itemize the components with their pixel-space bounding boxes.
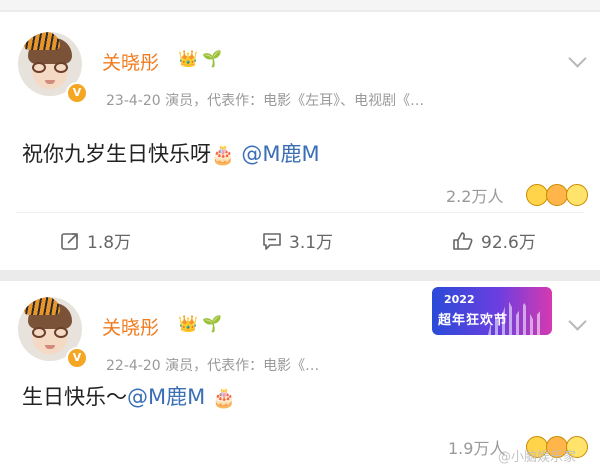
post-text-body: 祝你九岁生日快乐呀	[22, 142, 211, 166]
surprised-emoji-icon	[566, 184, 588, 206]
top-strip	[0, 0, 600, 10]
author-name[interactable]: 关晓彤	[102, 48, 159, 75]
chevron-down-icon[interactable]	[568, 49, 587, 68]
verified-badge-icon: V	[66, 82, 88, 104]
cake-emoji-icon: 🎂	[211, 387, 236, 409]
like-button[interactable]: 92.6万	[452, 228, 536, 253]
like-count: 92.6万	[481, 233, 536, 253]
mention-link[interactable]: @M鹿M	[241, 142, 319, 166]
cake-emoji-icon: 🎂	[211, 144, 235, 166]
verified-badge-icon: V	[66, 347, 88, 369]
divider	[16, 212, 584, 213]
likes-count[interactable]: 1.9万人	[448, 435, 505, 459]
banner-slogan: 超年狂欢节	[438, 313, 509, 328]
sprout-icon: 🌱	[202, 49, 222, 68]
comment-button[interactable]: 3.1万	[262, 228, 333, 253]
crown-icon: 👑	[178, 314, 198, 333]
likes-count[interactable]: 2.2万人	[446, 183, 503, 207]
forward-icon	[61, 232, 78, 250]
post-meta: 22-4-20 演员，代表作：电影《…	[106, 358, 320, 374]
banner-year: 2022	[444, 293, 475, 306]
watermark: @小脑娱乐家	[498, 450, 577, 465]
mention-link[interactable]: @M鹿M	[127, 385, 205, 409]
crown-icon: 👑	[178, 49, 198, 68]
forward-button[interactable]: 1.8万	[60, 228, 131, 253]
post-text: 祝你九岁生日快乐呀🎂 @M鹿M	[22, 138, 320, 168]
weibo-post-card: V 关晓彤 👑 🌱 23-4-20 演员，代表作：电影《左耳》、电视剧《… 祝你…	[0, 12, 600, 270]
forward-count: 1.8万	[87, 233, 132, 253]
chevron-down-icon[interactable]	[568, 312, 587, 331]
laugh-emoji-icon	[546, 184, 568, 206]
comment-count: 3.1万	[289, 233, 334, 253]
post-meta: 23-4-20 演员，代表作：电影《左耳》、电视剧《…	[106, 93, 425, 109]
event-banner[interactable]: 2022 超年狂欢节	[432, 287, 552, 335]
comment-icon	[263, 232, 281, 250]
author-name[interactable]: 关晓彤	[102, 313, 159, 340]
thumbs-up-icon	[453, 231, 473, 250]
post-text-body: 生日快乐～	[22, 385, 127, 409]
laugh-emoji-icon	[526, 184, 548, 206]
post-text: 生日快乐～@M鹿M 🎂	[22, 381, 236, 411]
sprout-icon: 🌱	[202, 314, 222, 333]
